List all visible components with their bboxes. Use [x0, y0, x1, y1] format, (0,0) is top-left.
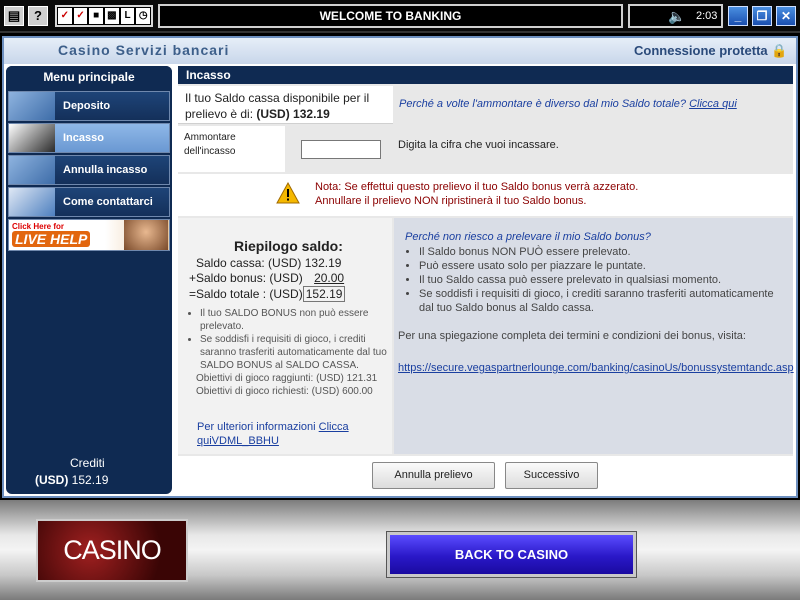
bonus-label: +Saldo bonus: (USD)	[189, 271, 303, 285]
secure-connection-label: Connessione protetta 🔒	[634, 43, 787, 59]
live-help-agent-photo	[124, 220, 168, 250]
content-title: Incasso	[178, 66, 793, 84]
amount-label: Ammontare dell'incasso	[184, 132, 236, 157]
more-info: Per ulteriori informazioni Clicca quiVDM…	[197, 420, 387, 448]
amount-hint: Digita la cifra che vuoi incassare.	[398, 139, 559, 151]
lock-icon: 🔒	[771, 43, 788, 58]
credits-value: (USD) 152.19	[35, 473, 108, 487]
credits-currency: (USD)	[35, 473, 69, 487]
goals-required: Obiettivi di gioco richiesti: (USD) 600.…	[196, 386, 373, 397]
list-item: Può essere usato solo per piazzare le pu…	[419, 259, 790, 273]
warning-line-2: Annullare il prelievo NON ripristinerà i…	[315, 195, 587, 207]
summary-title: Riepilogo saldo:	[234, 238, 343, 254]
total-label: =Saldo totale : (USD)	[189, 287, 303, 301]
bonus-question: Perché non riesco a prelevare il mio Sal…	[405, 231, 651, 243]
list-item: Il tuo SALDO BONUS non può essere prelev…	[200, 307, 390, 333]
bonus-balance-line: +Saldo bonus: (USD) 20.00	[189, 271, 344, 286]
window-title: WELCOME TO BANKING	[158, 4, 623, 28]
sidebar-item-incasso[interactable]: Incasso	[8, 123, 170, 153]
reverse-image	[9, 156, 55, 184]
list-item: Se soddisfi i requisiti di gioco, i cred…	[419, 287, 790, 315]
terms-link[interactable]: https://secure.vegaspartnerlounge.com/ba…	[398, 362, 794, 374]
total-balance-line: =Saldo totale : (USD) 152.19	[189, 286, 346, 302]
cash-value: 132.19	[304, 256, 342, 270]
game-icon-6[interactable]: ◷	[136, 8, 151, 24]
menu-icon[interactable]: ▤	[4, 6, 24, 26]
sidebar-item-label: Incasso	[63, 132, 104, 144]
next-button[interactable]: Successivo	[505, 462, 598, 489]
speaker-icon[interactable]: 🔈	[668, 6, 685, 26]
sidebar-title: Menu principale	[6, 66, 172, 88]
game-icon-3[interactable]: ■	[89, 8, 104, 24]
help-icon[interactable]: ?	[28, 6, 48, 26]
clock: 2:03	[696, 10, 718, 22]
banking-title: Casino Servizi bancari	[58, 42, 230, 58]
list-item: Il Saldo bonus NON PUÒ essere prelevato.	[419, 245, 790, 259]
sidebar-item-label: Come contattarci	[63, 196, 153, 208]
phone-image	[9, 188, 55, 216]
minimize-button[interactable]: _	[728, 6, 748, 26]
available-balance: Il tuo Saldo cassa disponibile per il pr…	[185, 90, 385, 122]
live-help-small-text: Click Here for	[12, 222, 65, 231]
game-icon-1[interactable]: ✓	[58, 8, 72, 24]
sidebar-item-annulla-incasso[interactable]: Annulla incasso	[8, 155, 170, 185]
secure-text: Connessione protetta	[634, 43, 768, 58]
difference-link[interactable]: Clicca qui	[689, 98, 737, 110]
list-item: Il tuo Saldo cassa può essere prelevato …	[419, 273, 790, 287]
amount-input[interactable]	[301, 140, 381, 159]
sidebar-item-deposito[interactable]: Deposito	[8, 91, 170, 121]
bonus-value: 20.00	[314, 271, 345, 285]
warning-text: Nota: Se effettui questo prelievo il tuo…	[315, 180, 638, 208]
deposit-image	[9, 92, 55, 120]
more-info-text: Per ulteriori informazioni	[197, 421, 316, 433]
sidebar-item-contattarci[interactable]: Come contattarci	[8, 187, 170, 217]
list-item: Se soddisfi i requisiti di gioco, i cred…	[200, 333, 390, 372]
game-icon-5[interactable]: L	[120, 8, 135, 24]
summary-notes: Il tuo SALDO BONUS non può essere prelev…	[190, 307, 390, 398]
game-icon-2[interactable]: ✓	[73, 8, 88, 24]
total-value: 152.19	[302, 286, 346, 302]
warning-line-1: Nota: Se effettui questo prelievo il tuo…	[315, 181, 639, 193]
close-button[interactable]: ✕	[776, 6, 796, 26]
goals-reached: Obiettivi di gioco raggiunti: (USD) 121.…	[196, 373, 378, 384]
sidebar-item-label: Annulla incasso	[63, 164, 148, 176]
difference-text: Perché a volte l'ammontare è diverso dal…	[399, 98, 687, 110]
game-shortcuts: ✓ ✓ ■ ▩ L ◷	[55, 5, 153, 27]
bonus-reasons: Il Saldo bonus NON PUÒ essere prelevato.…	[405, 245, 790, 315]
balance-value: (USD) 132.19	[256, 107, 330, 121]
back-to-casino-button[interactable]: BACK TO CASINO	[387, 532, 636, 577]
clock-area: 🔈 2:03	[628, 4, 723, 28]
credits-amount: 152.19	[71, 473, 109, 487]
difference-question: Perché a volte l'ammontare è diverso dal…	[399, 98, 737, 110]
warning-icon	[276, 182, 300, 204]
game-icon-4[interactable]: ▩	[105, 8, 119, 24]
cancel-withdrawal-button[interactable]: Annulla prelievo	[372, 462, 495, 489]
cash-label: Saldo cassa: (USD)	[196, 256, 302, 270]
restore-button[interactable]: ❐	[752, 6, 772, 26]
cash-balance-line: Saldo cassa: (USD) 132.19	[196, 256, 341, 271]
sidebar-item-label: Deposito	[63, 100, 111, 112]
terms-text: Per una spiegazione completa dei termini…	[398, 330, 746, 342]
cashout-image	[9, 124, 55, 152]
credits-label: Crediti	[70, 456, 105, 470]
casino-logo: CASINO	[36, 519, 188, 582]
live-help-text: LIVE HELP	[12, 231, 91, 247]
